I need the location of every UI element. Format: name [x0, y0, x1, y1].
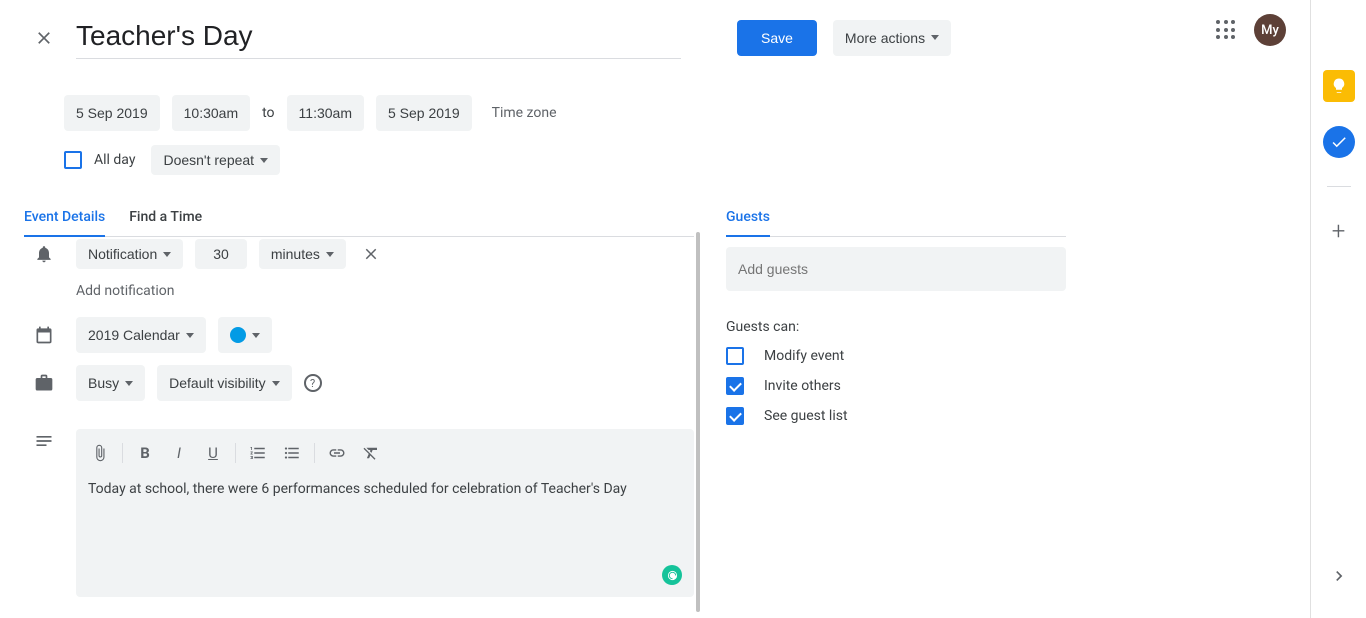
- sidepanel-divider: [1327, 186, 1351, 187]
- get-addons-button[interactable]: +: [1323, 215, 1355, 247]
- color-swatch: [230, 327, 246, 343]
- italic-button[interactable]: I: [163, 437, 195, 469]
- start-date-picker[interactable]: 5 Sep 2019: [64, 95, 160, 131]
- bulleted-list-button[interactable]: [276, 437, 308, 469]
- chevron-down-icon: [931, 35, 939, 40]
- clear-format-icon: [362, 444, 380, 462]
- chevron-down-icon: [163, 252, 171, 257]
- guests-can-label: Guests can:: [726, 319, 1066, 335]
- modify-event-checkbox[interactable]: [726, 347, 744, 365]
- close-button[interactable]: [24, 18, 64, 58]
- paperclip-icon: [91, 444, 109, 462]
- chevron-right-icon: [1329, 566, 1349, 586]
- to-label: to: [262, 105, 274, 121]
- more-actions-button[interactable]: More actions: [833, 20, 951, 56]
- calendar-icon: [34, 325, 54, 345]
- grammarly-icon[interactable]: [662, 565, 682, 585]
- see-guest-list-label: See guest list: [764, 408, 848, 424]
- all-day-label: All day: [94, 152, 135, 168]
- numbered-list-button[interactable]: [242, 437, 274, 469]
- invite-others-label: Invite others: [764, 378, 841, 394]
- chevron-down-icon: [125, 381, 133, 386]
- account-avatar[interactable]: My: [1254, 14, 1286, 46]
- description-textarea[interactable]: Today at school, there were 6 performanc…: [76, 477, 694, 597]
- repeat-dropdown[interactable]: Doesn't repeat: [151, 145, 280, 175]
- notification-unit-dropdown[interactable]: minutes: [259, 239, 346, 269]
- color-picker-dropdown[interactable]: [218, 317, 272, 353]
- description-icon: [34, 431, 54, 451]
- plus-icon: +: [1332, 217, 1346, 245]
- modify-event-label: Modify event: [764, 348, 844, 364]
- briefcase-icon: [34, 373, 54, 393]
- all-day-checkbox[interactable]: [64, 151, 82, 169]
- remove-notification-button[interactable]: [358, 241, 384, 267]
- collapse-sidepanel-button[interactable]: [1329, 566, 1349, 586]
- timezone-link[interactable]: Time zone: [492, 105, 557, 121]
- list-ordered-icon: [249, 444, 267, 462]
- keep-addon-icon[interactable]: [1323, 70, 1355, 102]
- end-time-picker[interactable]: 11:30am: [287, 95, 364, 131]
- description-toolbar: B I U: [76, 429, 694, 477]
- chevron-down-icon: [260, 158, 268, 163]
- invite-others-checkbox[interactable]: [726, 377, 744, 395]
- bold-button[interactable]: B: [129, 437, 161, 469]
- add-notification-link[interactable]: Add notification: [76, 283, 175, 299]
- lightbulb-icon: [1330, 77, 1348, 95]
- event-title-input[interactable]: [76, 16, 681, 59]
- tab-guests[interactable]: Guests: [726, 199, 770, 237]
- clear-format-button[interactable]: [355, 437, 387, 469]
- tab-event-details[interactable]: Event Details: [24, 199, 105, 237]
- link-icon: [328, 444, 346, 462]
- chevron-down-icon: [252, 333, 260, 338]
- help-icon[interactable]: ?: [304, 374, 322, 392]
- end-date-picker[interactable]: 5 Sep 2019: [376, 95, 472, 131]
- start-time-picker[interactable]: 10:30am: [172, 95, 250, 131]
- notification-type-dropdown[interactable]: Notification: [76, 239, 183, 269]
- chevron-down-icon: [326, 252, 334, 257]
- notification-value-input[interactable]: 30: [195, 239, 247, 269]
- underline-button[interactable]: U: [197, 437, 229, 469]
- availability-dropdown[interactable]: Busy: [76, 365, 145, 401]
- tasks-addon-icon[interactable]: [1323, 126, 1355, 158]
- add-guests-input[interactable]: [726, 247, 1066, 291]
- tab-find-time[interactable]: Find a Time: [129, 199, 202, 237]
- chevron-down-icon: [272, 381, 280, 386]
- save-button[interactable]: Save: [737, 20, 817, 56]
- more-actions-label: More actions: [845, 30, 925, 46]
- close-icon: [362, 245, 380, 263]
- calendar-select-dropdown[interactable]: 2019 Calendar: [76, 317, 206, 353]
- bell-icon: [34, 244, 54, 264]
- link-button[interactable]: [321, 437, 353, 469]
- scrollbar[interactable]: [696, 232, 700, 612]
- google-apps-icon[interactable]: [1214, 18, 1238, 42]
- chevron-down-icon: [186, 333, 194, 338]
- see-guest-list-checkbox[interactable]: [726, 407, 744, 425]
- close-icon: [34, 28, 54, 48]
- list-bullet-icon: [283, 444, 301, 462]
- attach-button[interactable]: [84, 437, 116, 469]
- visibility-dropdown[interactable]: Default visibility: [157, 365, 291, 401]
- check-icon: [1330, 133, 1348, 151]
